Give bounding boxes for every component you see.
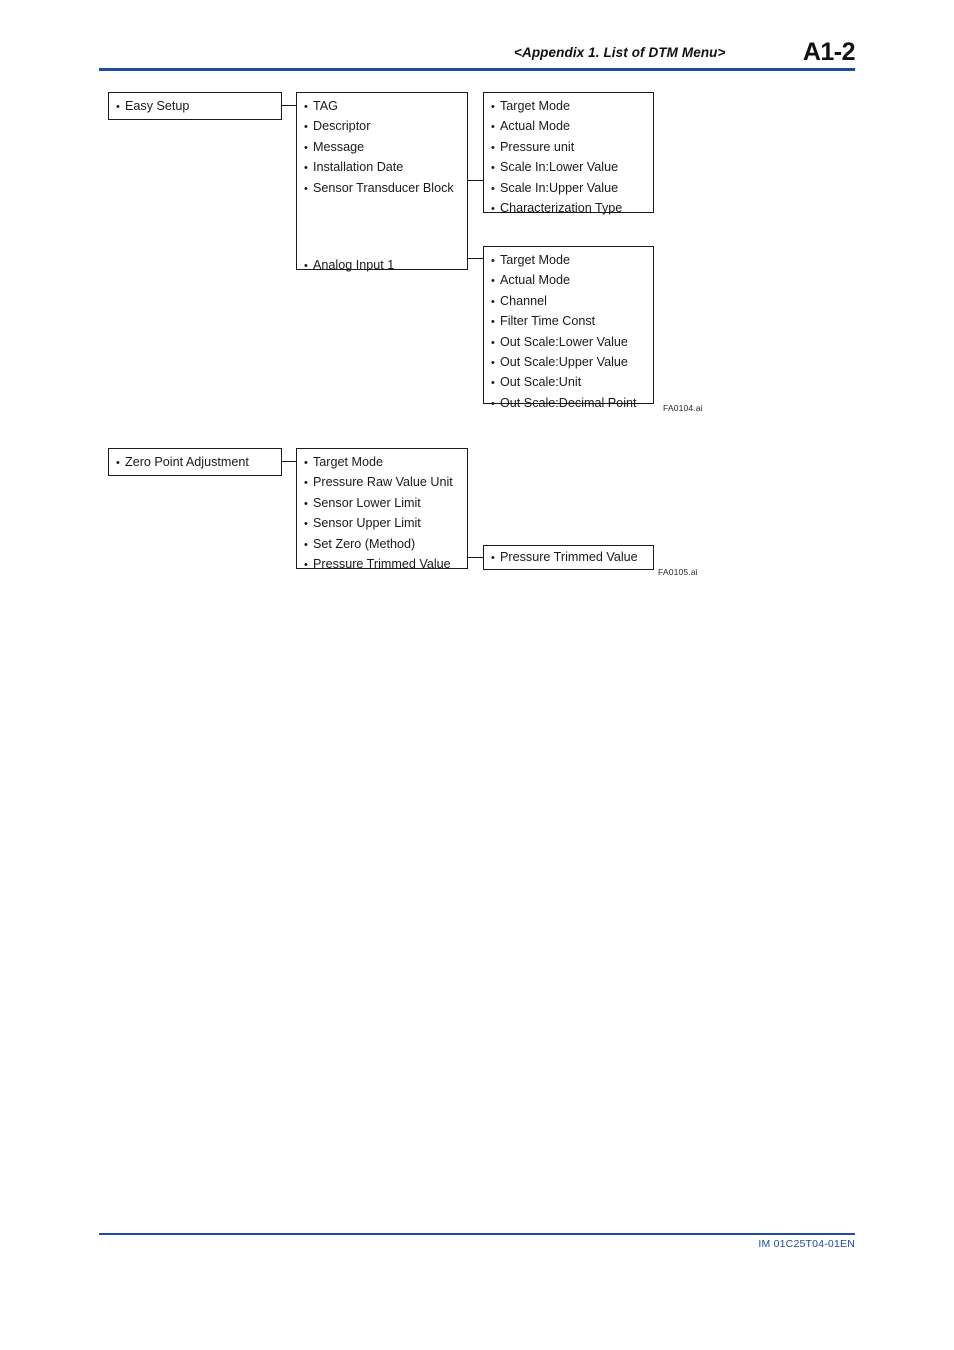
menu-item-target-mode[interactable]: Target Mode xyxy=(304,453,457,473)
easy-setup-root-box: Easy Setup xyxy=(108,92,282,120)
menu-item-out-scale-upper-value[interactable]: Out Scale:Upper Value xyxy=(491,353,643,373)
sensor-transducer-block-detail-box: Target Mode Actual Mode Pressure unit Sc… xyxy=(483,92,654,215)
figure-caption-fa0104: FA0104.ai xyxy=(663,403,703,413)
easy-setup-level2-box: TAG Descriptor Message Installation Date… xyxy=(296,92,468,272)
menu-item-channel[interactable]: Channel xyxy=(491,292,643,312)
page-header-title: <Appendix 1. List of DTM Menu> xyxy=(514,45,726,60)
menu-item-filter-time-const[interactable]: Filter Time Const xyxy=(491,312,643,332)
footer-rule xyxy=(99,1233,855,1235)
footer-document-code: IM 01C25T04-01EN xyxy=(758,1238,855,1250)
menu-item-scale-in-upper-value[interactable]: Scale In:Upper Value xyxy=(491,179,643,199)
menu-item-target-mode[interactable]: Target Mode xyxy=(491,251,643,271)
menu-item-pressure-raw-value-unit[interactable]: Pressure Raw Value Unit xyxy=(304,473,457,493)
menu-item-actual-mode[interactable]: Actual Mode xyxy=(491,117,643,137)
menu-item-set-zero-method[interactable]: Set Zero (Method) xyxy=(304,535,457,555)
connector-sensor-transducer-block xyxy=(468,180,483,182)
menu-item-sensor-transducer-block[interactable]: Sensor Transducer Block xyxy=(304,179,457,199)
menu-item-pressure-trimmed-value[interactable]: Pressure Trimmed Value xyxy=(304,555,457,575)
menu-item-characterization-type[interactable]: Characterization Type xyxy=(491,199,643,219)
menu-item-out-scale-decimal-point[interactable]: Out Scale:Decimal Point xyxy=(491,394,643,414)
menu-item-sensor-upper-limit[interactable]: Sensor Upper Limit xyxy=(304,514,457,534)
menu-item-pressure-unit[interactable]: Pressure unit xyxy=(491,138,643,158)
menu-item-installation-date[interactable]: Installation Date xyxy=(304,158,457,178)
zero-point-level2-box: Target Mode Pressure Raw Value Unit Sens… xyxy=(296,448,468,571)
menu-item-out-scale-unit[interactable]: Out Scale:Unit xyxy=(491,373,643,393)
connector-easy-setup-to-level2 xyxy=(282,105,296,107)
menu-item-pressure-trimmed-value[interactable]: Pressure Trimmed Value xyxy=(491,548,643,568)
menu-item-descriptor[interactable]: Descriptor xyxy=(304,117,457,137)
connector-pressure-trimmed-value xyxy=(468,557,483,559)
menu-item-target-mode[interactable]: Target Mode xyxy=(491,97,643,117)
connector-zero-point-to-level2 xyxy=(282,461,296,463)
menu-item-out-scale-lower-value[interactable]: Out Scale:Lower Value xyxy=(491,333,643,353)
menu-item-tag[interactable]: TAG xyxy=(304,97,457,117)
menu-item-sensor-lower-limit[interactable]: Sensor Lower Limit xyxy=(304,494,457,514)
menu-item-actual-mode[interactable]: Actual Mode xyxy=(491,271,643,291)
pressure-trimmed-value-detail-box: Pressure Trimmed Value xyxy=(483,545,654,570)
menu-item-easy-setup[interactable]: Easy Setup xyxy=(116,97,271,117)
menu-item-analog-input-1[interactable]: Analog Input 1 xyxy=(304,256,457,276)
header-rule xyxy=(99,68,855,71)
analog-input-detail-box: Target Mode Actual Mode Channel Filter T… xyxy=(483,246,654,410)
connector-analog-input-1 xyxy=(468,258,483,260)
zero-point-adjustment-root-box: Zero Point Adjustment xyxy=(108,448,282,476)
page-number: A1-2 xyxy=(802,38,856,66)
menu-item-zero-point-adjustment[interactable]: Zero Point Adjustment xyxy=(116,453,271,473)
menu-item-scale-in-lower-value[interactable]: Scale In:Lower Value xyxy=(491,158,643,178)
figure-caption-fa0105: FA0105.ai xyxy=(658,567,698,577)
menu-item-message[interactable]: Message xyxy=(304,138,457,158)
